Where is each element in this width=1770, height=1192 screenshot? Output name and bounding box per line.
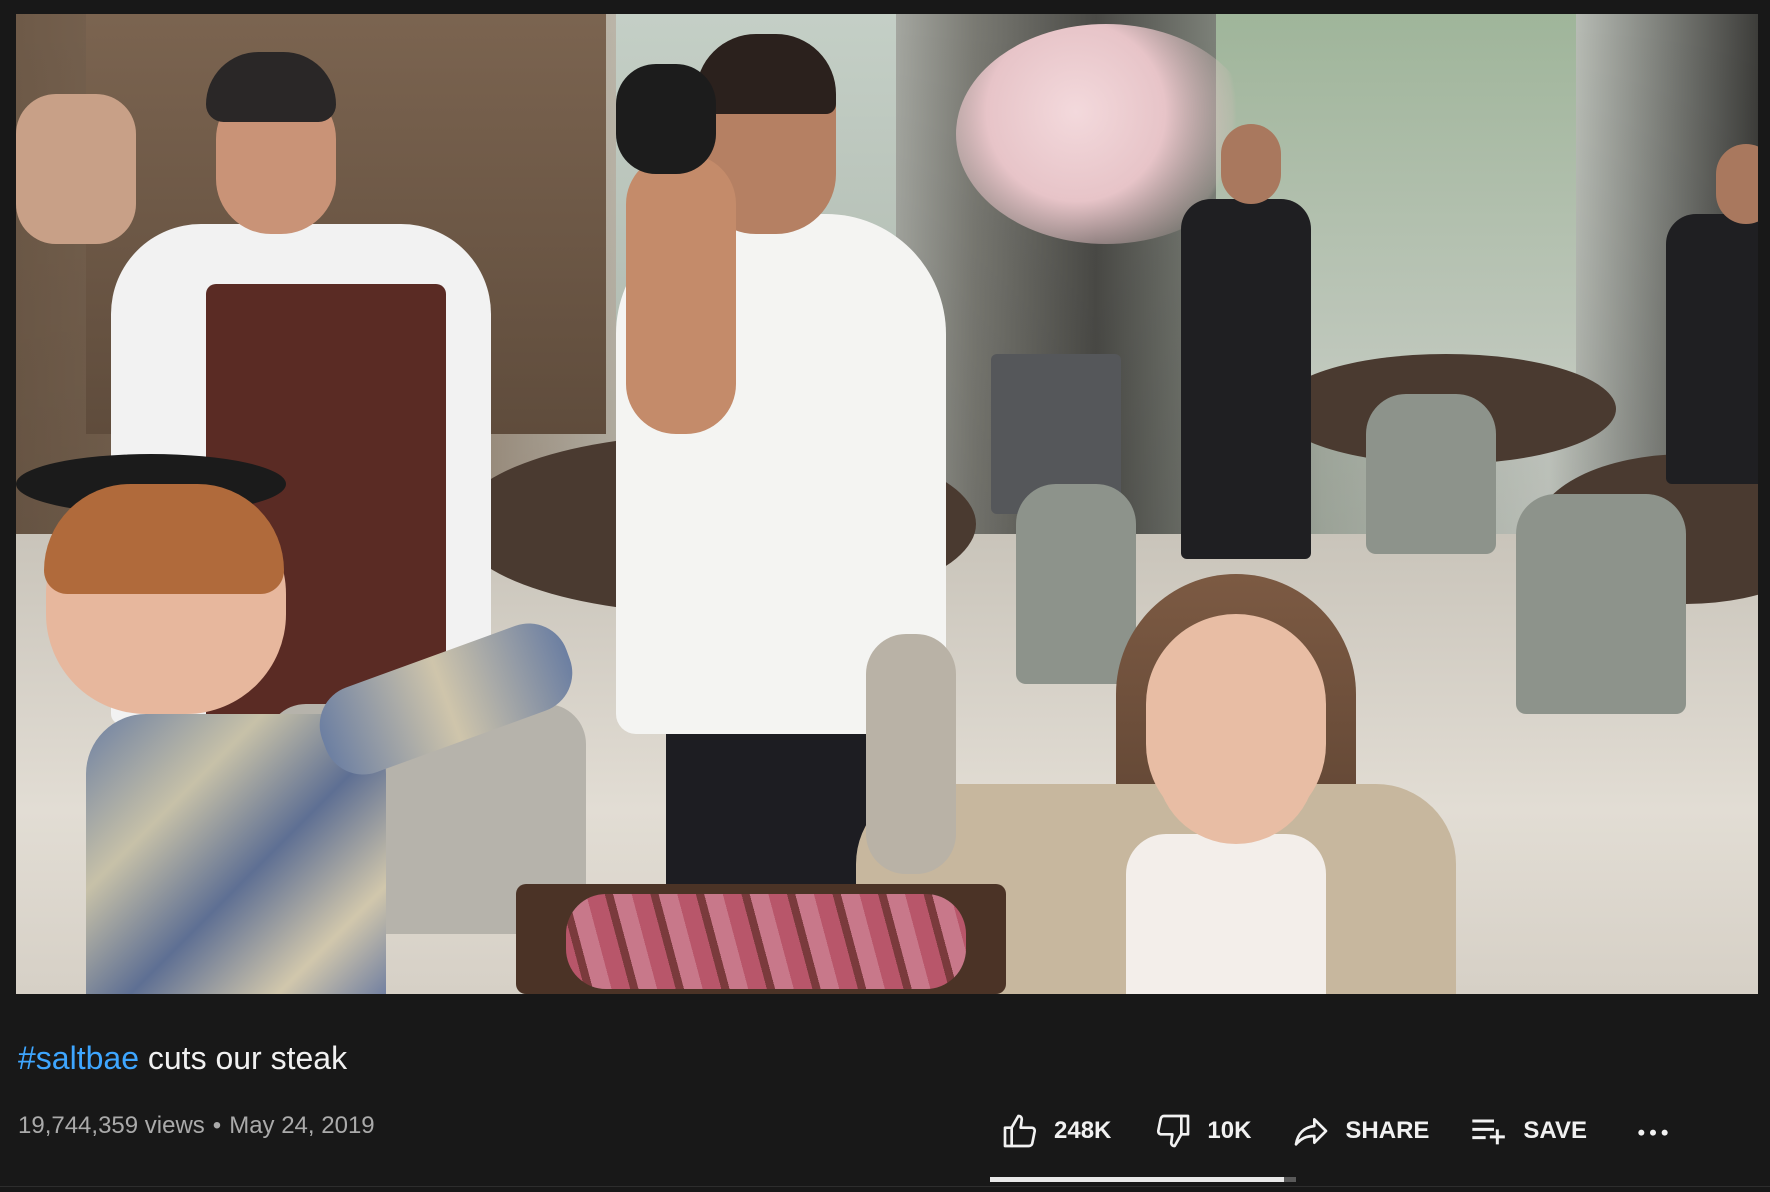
dislike-count: 10K bbox=[1207, 1117, 1252, 1144]
like-count: 248K bbox=[1054, 1117, 1112, 1144]
meta-separator: • bbox=[212, 1112, 222, 1139]
save-button[interactable]: SAVE bbox=[1469, 1111, 1587, 1151]
sentiment-bar-like-fill bbox=[990, 1177, 1285, 1182]
divider bbox=[0, 1186, 1770, 1187]
dislike-button[interactable]: 10K bbox=[1153, 1111, 1251, 1151]
like-button[interactable]: 248K bbox=[1000, 1111, 1111, 1151]
action-bar: 248K 10K SHARE SAVE bbox=[1000, 1108, 1673, 1154]
more-horizontal-icon bbox=[1638, 1129, 1668, 1136]
hashtag-link[interactable]: #saltbae bbox=[18, 1040, 139, 1076]
video-frame bbox=[16, 14, 1758, 994]
watch-page: #saltbae cuts our steak 19,744,359 views… bbox=[0, 0, 1770, 1192]
thumbs-up-icon bbox=[1003, 1114, 1037, 1148]
more-actions-button[interactable] bbox=[1633, 1111, 1673, 1151]
share-arrow-icon bbox=[1295, 1118, 1328, 1146]
thumbs-down-icon bbox=[1157, 1114, 1190, 1148]
share-label: SHARE bbox=[1345, 1117, 1430, 1144]
share-button[interactable]: SHARE bbox=[1291, 1111, 1429, 1151]
sentiment-bar bbox=[990, 1177, 1296, 1182]
view-count: 19,744,359 views bbox=[18, 1112, 205, 1139]
video-player[interactable] bbox=[16, 14, 1758, 994]
video-title: #saltbae cuts our steak bbox=[18, 1040, 347, 1077]
playlist-add-icon bbox=[1472, 1119, 1506, 1145]
video-info: 19,744,359 views • May 24, 2019 bbox=[18, 1112, 375, 1140]
save-label: SAVE bbox=[1523, 1117, 1587, 1144]
upload-date: May 24, 2019 bbox=[229, 1112, 375, 1139]
video-title-text: cuts our steak bbox=[138, 1040, 348, 1076]
